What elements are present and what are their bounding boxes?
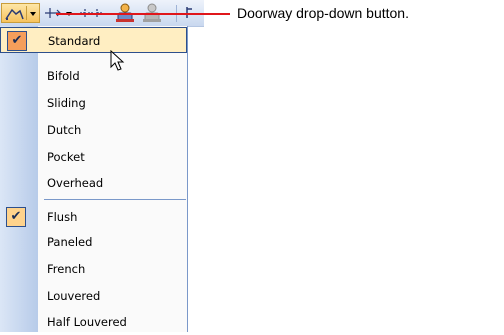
menu-item-label: Dutch <box>47 123 82 137</box>
menu-item-louvered[interactable]: Louvered <box>0 283 187 309</box>
menu-item-french[interactable]: French <box>0 256 187 282</box>
callout-line <box>56 13 230 15</box>
menu-item-dutch[interactable]: Dutch <box>0 117 187 143</box>
menu-item-half-louvered[interactable]: Half Louvered <box>0 309 187 335</box>
menu-item-label: Paneled <box>47 235 93 249</box>
split-divider <box>26 6 27 20</box>
menu-item-label: Louvered <box>47 289 101 303</box>
mouse-cursor-icon <box>110 50 125 71</box>
menu-item-label: Overhead <box>47 176 104 190</box>
doorway-dropdown-button[interactable] <box>1 3 40 23</box>
menu-item-label: Half Louvered <box>47 315 127 329</box>
menu-item-pocket[interactable]: Pocket <box>0 144 187 170</box>
callout-label: Doorway drop-down button. <box>237 5 409 21</box>
menu-separator <box>44 199 186 200</box>
menu-item-label: Flush <box>47 210 78 224</box>
menu-item-flush[interactable]: ✔ Flush <box>0 204 187 230</box>
doorway-dropdown-menu: ✔ Standard Bifold Sliding Dutch Pocket O… <box>0 26 188 332</box>
doorway-icon <box>5 8 24 20</box>
menu-item-label: Standard <box>48 34 101 48</box>
menu-item-label: Pocket <box>47 150 85 164</box>
menu-item-standard[interactable]: ✔ Standard <box>0 27 187 53</box>
menu-item-label: Bifold <box>47 69 80 83</box>
checkmark-icon: ✔ <box>7 31 27 51</box>
menu-item-sliding[interactable]: Sliding <box>0 90 187 116</box>
menu-item-bifold[interactable]: Bifold <box>0 63 187 89</box>
chevron-down-icon[interactable] <box>30 12 36 16</box>
menu-item-label: Sliding <box>47 96 86 110</box>
menu-item-overhead[interactable]: Overhead <box>0 170 187 196</box>
checkmark-icon: ✔ <box>6 207 26 227</box>
menu-item-label: French <box>47 262 86 276</box>
menu-item-paneled[interactable]: Paneled <box>0 229 187 255</box>
